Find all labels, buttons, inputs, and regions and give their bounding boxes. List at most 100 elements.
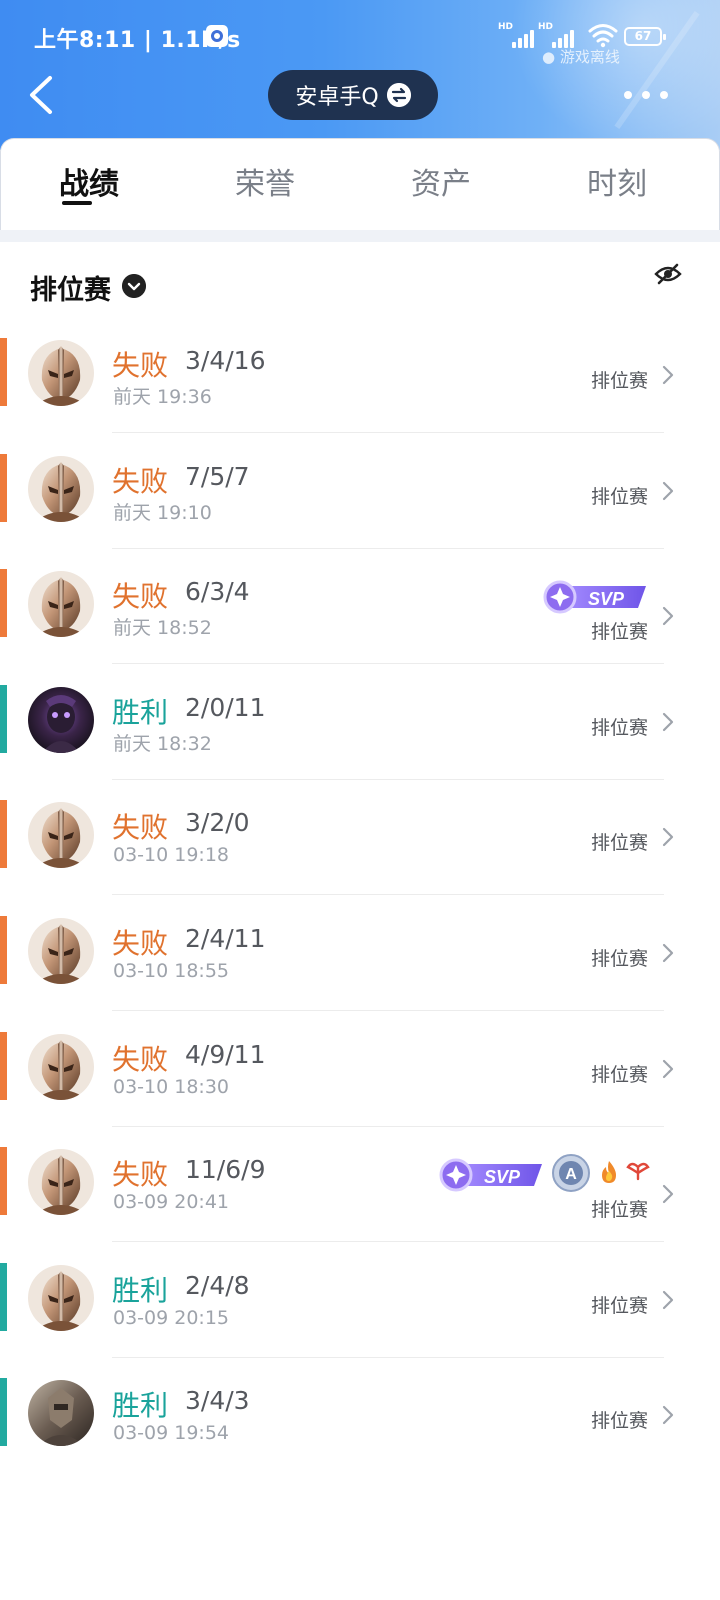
offline-status: ● 游戏离线 — [542, 48, 620, 66]
match-result: 失败 — [112, 580, 169, 613]
result-indicator-bar — [0, 1378, 7, 1446]
match-time: 03-09 20:15 — [113, 1307, 230, 1329]
match-record-row[interactable]: 失败 6/3/4 前天 18:52 SVP 排位赛 — [0, 557, 720, 673]
match-mode: 排位赛 — [590, 1199, 648, 1221]
match-mode: 排位赛 — [590, 486, 648, 508]
hero-avatar — [28, 802, 94, 868]
section-separator — [0, 230, 720, 242]
chevron-right-icon — [662, 1290, 674, 1310]
match-mode: 排位赛 — [590, 1295, 648, 1317]
more-dot-icon — [624, 91, 632, 99]
battery-indicator: 67 — [624, 27, 666, 46]
eye-off-icon[interactable] — [654, 262, 682, 286]
fire-icon — [602, 1161, 616, 1183]
row-divider — [112, 1126, 664, 1127]
hero-avatar — [28, 1265, 94, 1331]
row-divider — [112, 432, 664, 433]
kda-score: 7/5/7 — [185, 462, 250, 491]
match-result: 失败 — [112, 1043, 169, 1076]
signal-icon-1: HD — [498, 22, 536, 48]
match-time: 03-09 20:41 — [113, 1191, 230, 1213]
match-result: 失败 — [112, 927, 169, 960]
tab-moments[interactable]: 时刻 — [557, 159, 677, 209]
hero-avatar — [28, 571, 94, 637]
svg-text:SVP: SVP — [588, 589, 625, 609]
kda-score: 2/4/11 — [185, 924, 266, 953]
switch-arrows-icon — [386, 83, 411, 107]
chevron-right-icon — [662, 481, 674, 501]
match-result: 失败 — [112, 465, 169, 498]
match-record-row[interactable]: 失败 3/4/16 前天 19:36 排位赛 — [0, 326, 720, 442]
match-time: 03-10 18:30 — [113, 1076, 230, 1098]
hero-avatar — [28, 918, 94, 984]
chevron-right-icon — [662, 827, 674, 847]
match-time: 前天 19:10 — [113, 502, 212, 524]
match-mode: 排位赛 — [590, 1410, 648, 1432]
svp-badge: SVP — [543, 580, 646, 614]
result-indicator-bar — [0, 1032, 7, 1100]
match-result: 失败 — [112, 1158, 169, 1191]
svg-text:A: A — [565, 1166, 577, 1183]
account-name: 安卓手Q — [295, 85, 379, 110]
chevron-right-icon — [662, 943, 674, 963]
match-record-row[interactable]: 失败 7/5/7 前天 19:10 排位赛 — [0, 442, 720, 558]
match-result: 失败 — [112, 349, 169, 382]
chevron-down-icon[interactable] — [122, 274, 146, 298]
network-app-icon — [206, 25, 228, 47]
more-dot-icon — [660, 91, 668, 99]
row-divider — [112, 894, 664, 895]
hero-avatar — [28, 1034, 94, 1100]
kda-score: 6/3/4 — [185, 577, 250, 606]
kda-score: 11/6/9 — [185, 1155, 266, 1184]
kda-score: 3/4/16 — [185, 346, 266, 375]
chevron-right-icon — [662, 1184, 674, 1204]
result-indicator-bar — [0, 685, 7, 753]
match-time: 03-10 19:18 — [113, 844, 230, 866]
tab-assets[interactable]: 资产 — [381, 159, 501, 209]
match-result: 胜利 — [112, 696, 169, 729]
match-mode: 排位赛 — [590, 1064, 648, 1086]
chevron-right-icon — [662, 712, 674, 732]
result-indicator-bar — [0, 454, 7, 522]
back-button[interactable] — [22, 70, 62, 120]
match-record-row[interactable]: 失败 4/9/11 03-10 18:30 排位赛 — [0, 1020, 720, 1136]
wings-icon — [626, 1162, 650, 1181]
kda-score: 3/2/0 — [185, 808, 250, 837]
match-mode: 排位赛 — [590, 832, 648, 854]
row-divider — [112, 1357, 664, 1358]
result-indicator-bar — [0, 916, 7, 984]
match-record-row[interactable]: 失败 3/2/0 03-10 19:18 排位赛 — [0, 788, 720, 904]
result-indicator-bar — [0, 1147, 7, 1215]
result-indicator-bar — [0, 569, 7, 637]
tab-honors[interactable]: 荣誉 — [205, 159, 325, 209]
match-record-row[interactable]: 胜利 2/0/11 前天 18:32 排位赛 — [0, 673, 720, 789]
row-divider — [112, 663, 664, 664]
match-time: 前天 19:36 — [113, 386, 212, 408]
match-record-row[interactable]: 失败 2/4/11 03-10 18:55 排位赛 — [0, 904, 720, 1020]
hero-avatar — [28, 456, 94, 522]
active-tab-indicator — [62, 201, 92, 205]
row-divider — [112, 1010, 664, 1011]
hero-avatar — [28, 1380, 94, 1446]
chevron-right-icon — [662, 606, 674, 626]
tab-bar: 战绩 荣誉 资产 时刻 — [0, 138, 720, 230]
mode-filter-label[interactable]: 排位赛 — [30, 268, 111, 307]
hero-avatar — [28, 340, 94, 406]
match-mode: 排位赛 — [590, 948, 648, 970]
status-bar: 上午8:11 | 1.1K/s HD HD 67 ● 游戏离线 — [0, 0, 720, 70]
match-time: 前天 18:32 — [113, 733, 212, 755]
more-options-button[interactable] — [624, 82, 668, 108]
row-divider — [112, 1241, 664, 1242]
svg-text:SVP: SVP — [484, 1167, 521, 1187]
app-header: 上午8:11 | 1.1K/s HD HD 67 ● 游戏离线 安卓手Q — [0, 0, 720, 150]
match-record-row[interactable]: 胜利 3/4/3 03-09 19:54 排位赛 — [0, 1366, 720, 1482]
match-mode: 排位赛 — [590, 370, 648, 392]
match-record-row[interactable]: 失败 11/6/9 03-09 20:41 SVP A 排位赛 — [0, 1135, 720, 1251]
match-time: 03-09 19:54 — [113, 1422, 230, 1444]
match-record-row[interactable]: 胜利 2/4/8 03-09 20:15 排位赛 — [0, 1251, 720, 1367]
account-switch-button[interactable]: 安卓手Q — [268, 70, 438, 120]
rank-a-badge: A — [552, 1154, 590, 1192]
wifi-icon — [588, 24, 618, 48]
match-mode: 排位赛 — [590, 621, 648, 643]
more-dot-icon — [642, 91, 650, 99]
